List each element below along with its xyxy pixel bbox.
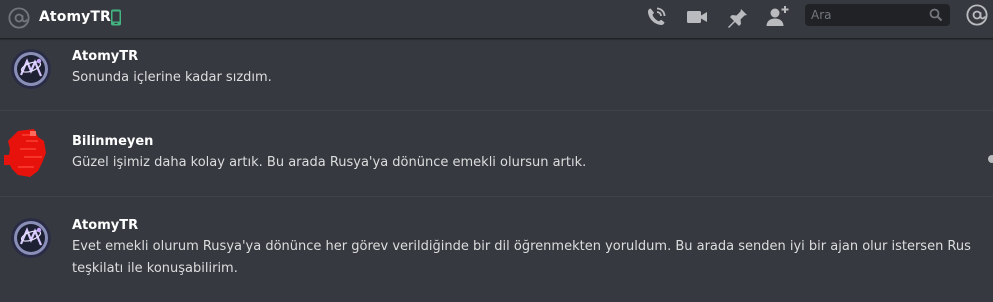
- search-input[interactable]: [805, 4, 925, 26]
- message-author[interactable]: Bilinmeyen: [72, 134, 153, 149]
- search-box[interactable]: [805, 4, 950, 26]
- video-call-icon[interactable]: [685, 5, 709, 29]
- avatar[interactable]: [11, 218, 51, 258]
- message-item: AtomyTR Sonunda içlerine kadar sızdım.: [0, 40, 993, 110]
- message-item: AtomyTR Evet emekli olurum Rusya'ya dönü…: [0, 197, 993, 302]
- message-author[interactable]: AtomyTR: [72, 218, 138, 233]
- message-text: Evet emekli olurum Rusya'ya dönünce her …: [72, 239, 971, 276]
- avatar[interactable]: [11, 49, 51, 89]
- channel-header: AtomyTR: [0, 0, 993, 39]
- phone-call-icon[interactable]: [644, 5, 668, 29]
- message-list: AtomyTR Sonunda içlerine kadar sızdım. B…: [0, 40, 993, 302]
- avatar[interactable]: [4, 127, 50, 179]
- message-text: Sonunda içlerine kadar sızdım.: [72, 70, 272, 85]
- pin-icon[interactable]: [725, 5, 749, 29]
- scrollbar-thumb[interactable]: [988, 155, 993, 163]
- atomy-avatar-image: [11, 218, 51, 258]
- message-text: Güzel işimiz daha kolay artık. Bu arada …: [72, 155, 587, 170]
- unknown-avatar-image: [4, 129, 46, 177]
- at-icon: [8, 7, 30, 29]
- message-item: Bilinmeyen Güzel işimiz daha kolay artık…: [0, 111, 993, 196]
- add-friend-icon[interactable]: [765, 5, 789, 29]
- message-author[interactable]: AtomyTR: [72, 49, 138, 64]
- atomy-avatar-image: [11, 49, 51, 89]
- search-icon[interactable]: [929, 8, 943, 22]
- channel-name: AtomyTR: [39, 9, 111, 25]
- mention-icon[interactable]: [966, 4, 988, 26]
- mobile-icon: [111, 9, 121, 26]
